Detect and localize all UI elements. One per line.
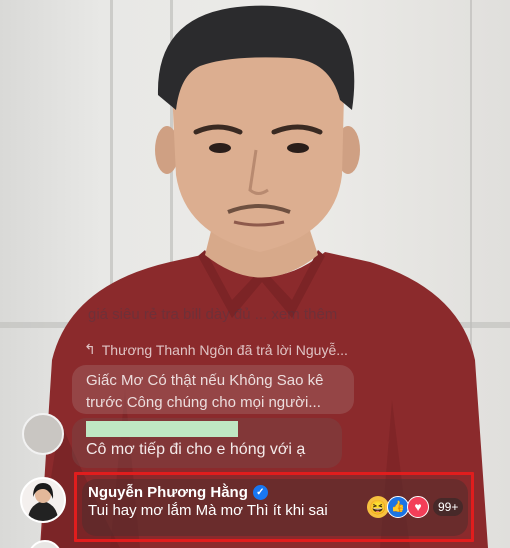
livestream-frame: giá siêu rẻ tra bill dày đủ ... xem thêm…	[0, 0, 510, 548]
reply-comment-text: Giấc Mơ Có thật nếu Không Sao kê trước C…	[86, 372, 324, 411]
comment-text: Cô mơ tiếp đi cho e hóng với ạ	[86, 441, 306, 458]
redacted-author-name	[86, 421, 238, 437]
reply-arrow-icon: ↰	[84, 341, 96, 357]
faded-comment: giá siêu rẻ tra bill dày đủ ... xem thêm	[88, 306, 338, 323]
reply-indicator-text: Thương Thanh Ngôn đã trả lời Nguyễ...	[101, 341, 348, 358]
reply-indicator[interactable]: ↰ Thương Thanh Ngôn đã trả lời Nguyễ...	[84, 341, 348, 358]
avatar[interactable]	[20, 477, 66, 523]
avatar[interactable]	[22, 413, 64, 455]
highlight-box	[74, 472, 474, 542]
